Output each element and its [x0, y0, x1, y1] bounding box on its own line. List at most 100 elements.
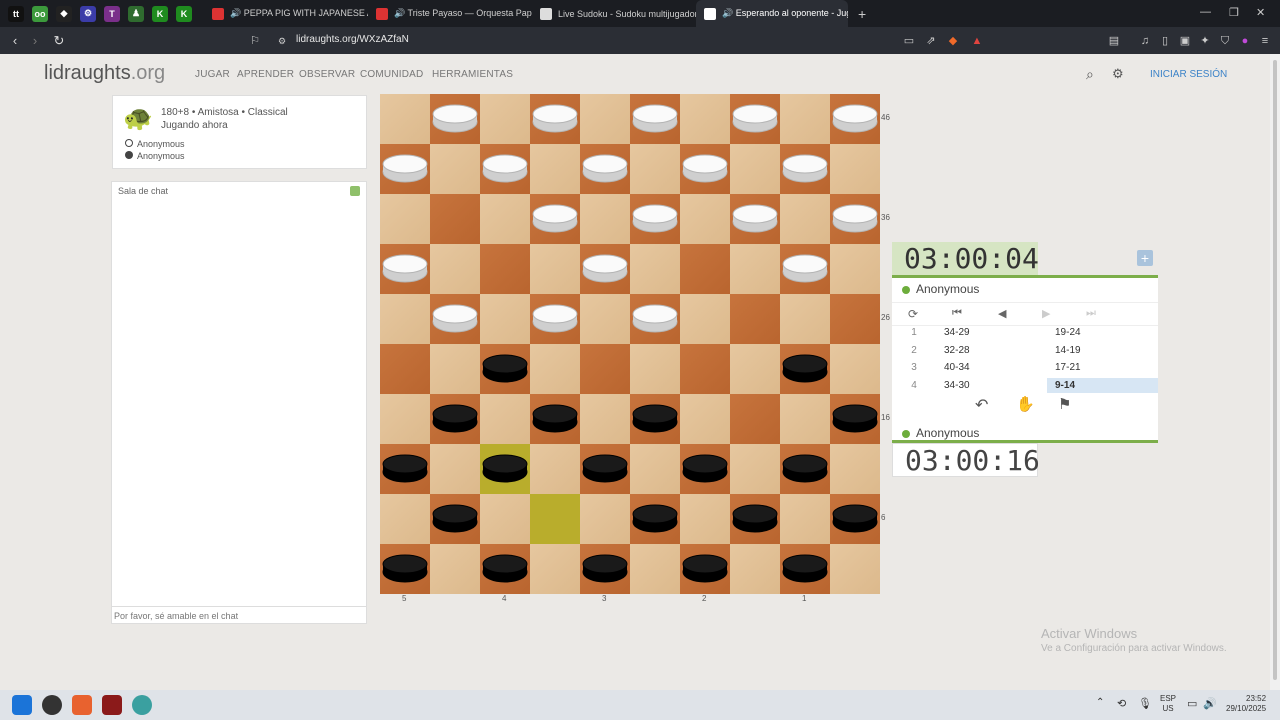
chat-toggle[interactable]: [350, 186, 360, 196]
board-square[interactable]: [580, 194, 630, 244]
board-square[interactable]: [430, 244, 480, 294]
white-piece[interactable]: [532, 304, 578, 334]
board-square[interactable]: [530, 244, 580, 294]
login-link[interactable]: INICIAR SESIÓN: [1150, 69, 1227, 80]
board-square[interactable]: [580, 344, 630, 394]
music-icon[interactable]: ♫: [1138, 34, 1152, 48]
board-square[interactable]: [730, 294, 780, 344]
black-piece[interactable]: [632, 504, 678, 534]
white-piece[interactable]: [732, 204, 778, 234]
white-piece[interactable]: [632, 204, 678, 234]
clock-date[interactable]: 23:52 29/10/2025: [1226, 694, 1266, 714]
nav-jugar[interactable]: JUGAR: [195, 69, 230, 80]
pinned-tab-4[interactable]: T: [104, 5, 120, 22]
flip-board-icon[interactable]: ⟳: [908, 307, 918, 321]
black-piece[interactable]: [582, 454, 628, 484]
close-window-button[interactable]: ✕: [1256, 6, 1265, 19]
black-piece[interactable]: [582, 554, 628, 584]
black-piece[interactable]: [832, 404, 878, 434]
black-piece[interactable]: [382, 454, 428, 484]
board-square[interactable]: [730, 544, 780, 594]
board-square[interactable]: [780, 194, 830, 244]
pinned-tab-0[interactable]: tt: [8, 5, 24, 22]
board-square[interactable]: [580, 394, 630, 444]
board-square[interactable]: [680, 94, 730, 144]
app-icon-3[interactable]: [102, 695, 122, 715]
board-square[interactable]: [380, 394, 430, 444]
sidebar-icon[interactable]: ▤: [1107, 34, 1121, 48]
tray-chevron-icon[interactable]: ⌃: [1096, 697, 1104, 708]
volume-icon[interactable]: 🔊: [1203, 697, 1217, 710]
move-white[interactable]: 40-34: [944, 362, 970, 373]
black-piece[interactable]: [832, 504, 878, 534]
settings-gear-icon[interactable]: ⚙: [1112, 66, 1124, 82]
white-piece[interactable]: [432, 304, 478, 334]
sync-icon[interactable]: ⟲: [1117, 697, 1126, 710]
profile-icon[interactable]: ●: [1238, 34, 1252, 48]
white-piece[interactable]: [732, 104, 778, 134]
board-square[interactable]: [680, 494, 730, 544]
white-piece[interactable]: [632, 304, 678, 334]
share-icon[interactable]: ⇗: [924, 34, 938, 48]
white-piece[interactable]: [682, 154, 728, 184]
start-icon[interactable]: [12, 695, 32, 715]
black-piece[interactable]: [482, 454, 528, 484]
browser-tab-2[interactable]: Live Sudoku - Sudoku multijugador: [532, 0, 696, 27]
white-piece[interactable]: [782, 254, 828, 284]
board-square[interactable]: [680, 344, 730, 394]
forward-button[interactable]: ›: [25, 33, 45, 48]
board-square[interactable]: [380, 94, 430, 144]
board-square[interactable]: [430, 194, 480, 244]
black-piece[interactable]: [532, 404, 578, 434]
wallet-icon[interactable]: ▣: [1178, 34, 1192, 48]
white-piece[interactable]: [582, 254, 628, 284]
language-indicator[interactable]: ESP US: [1160, 694, 1176, 714]
black-piece[interactable]: [782, 454, 828, 484]
board-square[interactable]: [680, 394, 730, 444]
nav-aprender[interactable]: APRENDER: [237, 69, 294, 80]
brave-taskbar-icon[interactable]: [72, 695, 92, 715]
board-square[interactable]: [730, 344, 780, 394]
mic-icon[interactable]: 🎙: [1138, 697, 1152, 710]
board-square[interactable]: [630, 544, 680, 594]
board-square[interactable]: [730, 144, 780, 194]
board-square[interactable]: [480, 94, 530, 144]
board-square[interactable]: [630, 144, 680, 194]
board-square[interactable]: [630, 244, 680, 294]
reload-button[interactable]: ↻: [49, 33, 69, 49]
board-square[interactable]: [530, 494, 580, 544]
board-square[interactable]: [830, 444, 880, 494]
move-white[interactable]: 34-29: [944, 327, 970, 338]
black-piece[interactable]: [782, 554, 828, 584]
pinned-tab-6[interactable]: K: [152, 5, 168, 22]
prev-move-icon[interactable]: ◀: [998, 307, 1006, 320]
screen-icon[interactable]: ▭: [902, 34, 916, 48]
white-piece[interactable]: [382, 154, 428, 184]
rewards-icon[interactable]: ▲: [970, 34, 984, 48]
maximize-button[interactable]: ❐: [1229, 6, 1239, 19]
add-time-button[interactable]: +: [1137, 250, 1153, 266]
board-square[interactable]: [730, 244, 780, 294]
white-piece[interactable]: [782, 154, 828, 184]
black-piece[interactable]: [782, 354, 828, 384]
board-square[interactable]: [480, 244, 530, 294]
black-piece[interactable]: [632, 404, 678, 434]
black-piece[interactable]: [732, 504, 778, 534]
board-square[interactable]: [580, 94, 630, 144]
board-square[interactable]: [480, 194, 530, 244]
takeback-icon[interactable]: ↶: [975, 395, 988, 415]
white-piece[interactable]: [382, 254, 428, 284]
new-tab-button[interactable]: +: [858, 6, 866, 22]
app-icon-4[interactable]: [132, 695, 152, 715]
browser-tab-1[interactable]: 🔊 Triste Payaso — Orquesta Papilon: [368, 0, 532, 27]
browser-tab-3[interactable]: 🔊 Esperando al oponente - Juga✕: [696, 0, 848, 27]
site-logo[interactable]: lidraughts.org: [44, 62, 165, 85]
black-piece[interactable]: [682, 554, 728, 584]
black-player[interactable]: Anonymous: [125, 151, 185, 161]
pinned-tab-1[interactable]: oo: [32, 5, 48, 22]
white-piece[interactable]: [582, 154, 628, 184]
next-move-icon[interactable]: ▶: [1042, 307, 1050, 320]
board-square[interactable]: [480, 494, 530, 544]
black-piece[interactable]: [432, 504, 478, 534]
board-square[interactable]: [580, 494, 630, 544]
